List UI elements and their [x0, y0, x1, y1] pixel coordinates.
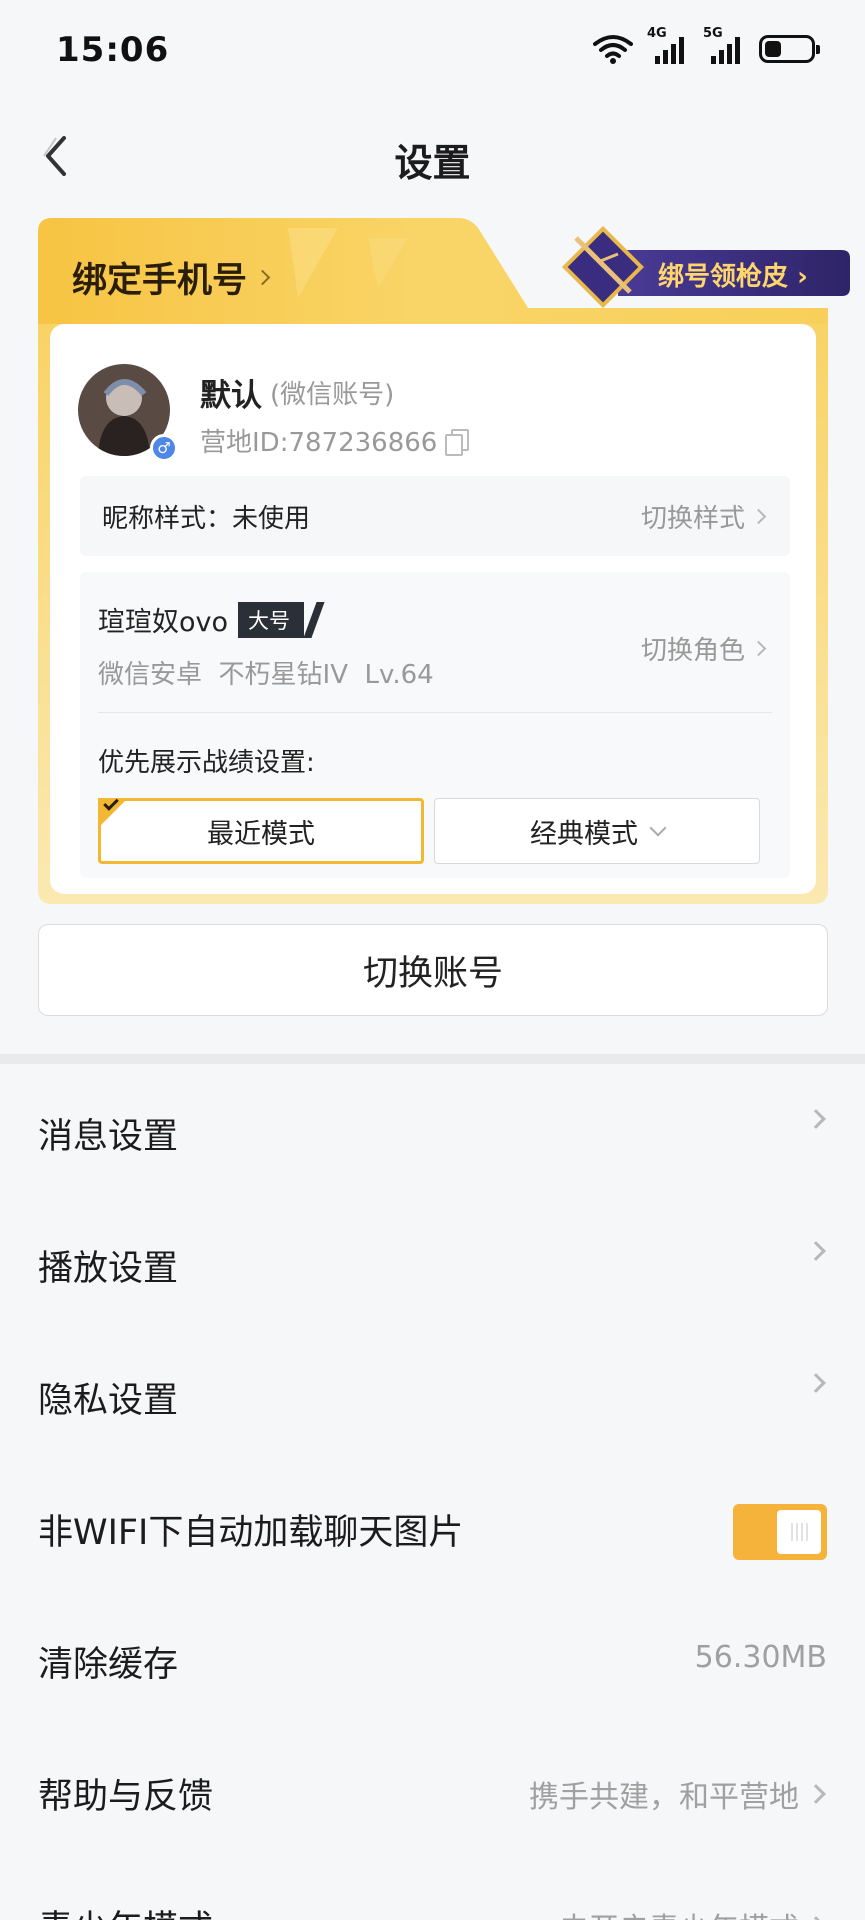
- setting-row-auto-load-images: 非WIFI下自动加载聊天图片: [0, 1460, 865, 1592]
- chevron-right-icon: [806, 1241, 826, 1261]
- gender-male-icon: ♂: [150, 434, 178, 462]
- cache-size: 56.30MB: [694, 1640, 827, 1675]
- page-title: 设置: [394, 141, 471, 185]
- main-account-tag: 大号: [238, 601, 305, 638]
- bind-phone-label: 绑定手机号: [72, 261, 248, 301]
- switch-role-action[interactable]: 切换角色: [641, 630, 768, 667]
- setting-row-message[interactable]: 消息设置: [0, 1064, 865, 1196]
- switch-style-action[interactable]: 切换样式: [641, 498, 768, 535]
- check-icon: [103, 795, 119, 811]
- status-time: 15:06: [56, 30, 170, 70]
- role-name: 瑄瑄奴ovo: [98, 607, 229, 638]
- bind-reward-badge[interactable]: 绑号领枪皮 ›: [558, 226, 858, 316]
- setting-label: 清除缓存: [38, 1645, 179, 1685]
- nav-header: 设置: [0, 110, 865, 200]
- mode-classic-dropdown[interactable]: 经典模式: [434, 798, 760, 864]
- chevron-right-icon: [806, 1916, 826, 1920]
- user-name: 默认: [200, 378, 262, 414]
- switch-style-label: 切换样式: [640, 504, 745, 534]
- setting-row-teen-mode[interactable]: 青少年模式 未开启青少年模式: [0, 1856, 865, 1920]
- auto-load-toggle[interactable]: [733, 1504, 827, 1560]
- chevron-down-icon: [649, 819, 667, 837]
- role-detail: 微信安卓 不朽星钻IV Lv.64: [98, 660, 434, 690]
- role-name-row: 瑄瑄奴ovo 大号: [98, 600, 305, 639]
- role-box: 瑄瑄奴ovo 大号 微信安卓 不朽星钻IV Lv.64 切换角色 优先展示战绩设…: [80, 572, 790, 878]
- camp-id: 营地ID:787236866: [200, 422, 470, 459]
- account-inner-card: ♂ 默认 (微信账号) 营地ID:787236866 昵称样式：未使用 切换样式…: [50, 324, 816, 894]
- teen-mode-status: 未开启青少年模式: [559, 1904, 799, 1920]
- setting-value: 未开启青少年模式: [559, 1904, 827, 1920]
- setting-row-help-feedback[interactable]: 帮助与反馈 携手共建，和平营地: [0, 1724, 865, 1856]
- divider: [98, 712, 772, 713]
- setting-value: [806, 1241, 827, 1261]
- signal-icon-2: 5G: [703, 26, 745, 64]
- mode-recent-button[interactable]: 最近模式: [98, 795, 424, 864]
- switch-role-label: 切换角色: [640, 636, 745, 666]
- account-type: (微信账号): [270, 380, 395, 410]
- status-bar: 15:06 4G 5G: [0, 0, 865, 100]
- copy-icon[interactable]: [445, 428, 470, 456]
- help-feedback-hint: 携手共建，和平营地: [529, 1780, 799, 1815]
- signal-label-4g: 4G: [647, 26, 667, 41]
- signal-icon: 4G: [647, 26, 689, 64]
- account-card: 绑定手机号 绑号领枪皮 › ♂ 默认 (微信账号) 营地ID:787236866…: [38, 218, 850, 904]
- chevron-right-icon: [750, 508, 767, 525]
- setting-value: [806, 1109, 827, 1129]
- camp-id-text: 营地ID:787236866: [200, 428, 438, 458]
- chevron-right-icon: [806, 1373, 826, 1393]
- setting-label: 青少年模式: [38, 1900, 213, 1920]
- bind-phone-link[interactable]: 绑定手机号: [72, 252, 272, 303]
- setting-label: 帮助与反馈: [38, 1777, 214, 1817]
- setting-row-playback[interactable]: 播放设置: [0, 1196, 865, 1328]
- mode-classic-label: 经典模式: [530, 818, 638, 850]
- chevron-right-icon: [750, 640, 767, 657]
- setting-value: [806, 1373, 827, 1393]
- signal-label-5g: 5G: [703, 26, 723, 41]
- nickname-style-row[interactable]: 昵称样式：未使用 切换样式: [80, 476, 790, 556]
- record-pref-label: 优先展示战绩设置:: [98, 748, 315, 778]
- switch-account-button[interactable]: 切换账号: [38, 924, 828, 1016]
- setting-row-privacy[interactable]: 隐私设置: [0, 1328, 865, 1460]
- battery-icon: [759, 35, 820, 63]
- setting-label: 非WIFI下自动加载聊天图片: [38, 1513, 464, 1553]
- setting-label: 隐私设置: [38, 1381, 179, 1421]
- section-divider: [0, 1054, 865, 1064]
- setting-value: 携手共建，和平营地: [529, 1772, 827, 1816]
- chevron-right-icon: [806, 1784, 826, 1804]
- bind-reward-label: 绑号领枪皮 ›: [658, 262, 808, 292]
- chevron-right-icon: [254, 269, 271, 286]
- chevron-right-icon: [806, 1109, 826, 1129]
- nickname-style-label: 昵称样式：未使用: [102, 504, 311, 534]
- wifi-icon: [593, 35, 633, 64]
- setting-label: 消息设置: [38, 1117, 179, 1157]
- status-icons: 4G 5G: [593, 26, 820, 64]
- setting-row-clear-cache[interactable]: 清除缓存 56.30MB: [0, 1592, 865, 1724]
- setting-label: 播放设置: [38, 1249, 179, 1289]
- mode-recent-label: 最近模式: [207, 818, 315, 850]
- toggle-knob: [777, 1510, 821, 1554]
